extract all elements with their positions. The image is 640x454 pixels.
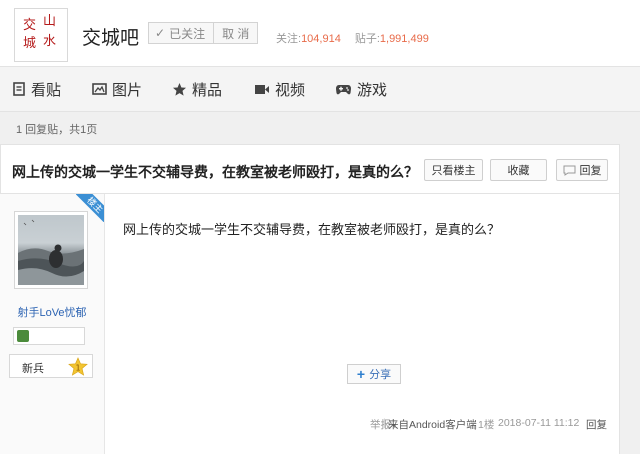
check-icon: ✓	[155, 26, 166, 40]
avatar[interactable]	[14, 211, 88, 289]
rank-star-icon: 1	[68, 357, 88, 376]
post-reply-link[interactable]: 回复	[586, 417, 607, 432]
avatar-image	[18, 215, 84, 285]
image-icon	[92, 83, 107, 95]
forum-stats: 关注:104,914 贴子:1,991,499	[276, 33, 429, 45]
video-icon	[255, 84, 269, 94]
nav-item-videos[interactable]: 视频	[254, 67, 305, 111]
forum-header: 交 山 城 水 交城吧 ✓ 已关注 取 消 关注:104,914 贴子:1,991,…	[0, 0, 640, 67]
badge-row	[13, 327, 85, 345]
floor-number: 1楼	[478, 419, 495, 431]
forum-logo[interactable]: 交 山 城 水	[14, 8, 68, 62]
post-content: 网上传的交城一学生不交辅导费，在教室被老师殴打，是真的么？	[123, 222, 501, 237]
post-time: 2018-07-11 11:12	[498, 417, 580, 429]
nav-item-posts[interactable]: 看贴	[12, 67, 61, 111]
plus-icon: +	[356, 366, 366, 382]
badge-icon[interactable]	[17, 330, 29, 342]
favorite-button[interactable]: 收藏	[490, 159, 547, 181]
nav-item-featured[interactable]: 精品	[172, 67, 222, 111]
reply-pager-info: 1 回复贴，共1页	[16, 124, 98, 136]
document-icon	[13, 82, 25, 96]
username[interactable]: 射手LoVe忧郁	[0, 304, 104, 320]
unfollow-button[interactable]: 取 消	[214, 25, 257, 42]
reply-button[interactable]: 回复	[556, 159, 608, 181]
follower-count: 104,914	[301, 33, 341, 45]
thread-title: 网上传的交城一学生不交辅导费，在教室被老师殴打，是真的么？	[12, 164, 418, 180]
star-icon	[173, 82, 186, 96]
forum-nav: 看贴 图片 精品 视频 游戏	[0, 67, 640, 112]
nav-item-images[interactable]: 图片	[92, 67, 142, 111]
logo-seal: 交 山 城 水	[23, 14, 57, 51]
follow-control: ✓ 已关注 取 消	[148, 22, 259, 44]
gamepad-icon	[336, 84, 351, 94]
rank-title: 新兵	[22, 363, 44, 375]
post-count: 1,991,499	[379, 33, 429, 45]
share-button[interactable]: + 分享	[347, 364, 401, 384]
forum-name[interactable]: 交城吧	[82, 23, 139, 50]
nav-item-games[interactable]: 游戏	[335, 67, 387, 111]
comment-icon	[563, 165, 575, 176]
post-source[interactable]: 来自Android客户端	[388, 417, 477, 432]
rank-level: 1	[75, 364, 80, 373]
followed-button[interactable]: ✓ 已关注	[149, 23, 215, 43]
only-op-button[interactable]: 只看楼主	[424, 159, 483, 181]
rank-badge[interactable]: 新兵 1	[9, 354, 93, 378]
meta-divider: |	[383, 417, 386, 429]
